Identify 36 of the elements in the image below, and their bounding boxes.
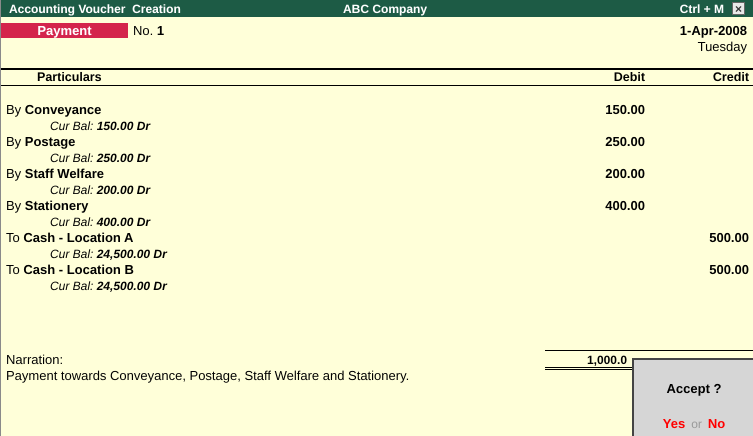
current-balance: Cur Bal: 200.00 Dr <box>50 182 150 199</box>
company-name: ABC Company <box>343 0 428 18</box>
credit-amount: 500.00 <box>708 229 749 248</box>
ledger-entry: By Conveyance <box>6 101 102 120</box>
current-balance: Cur Bal: 24,500.00 Dr <box>50 246 167 263</box>
debit-amount: 250.00 <box>604 133 645 152</box>
yes-button[interactable]: Yes <box>662 414 686 433</box>
narration-label: Narration: <box>6 352 64 368</box>
current-balance: Cur Bal: 150.00 Dr <box>50 118 150 135</box>
window-title: Accounting Voucher Creation <box>9 0 182 18</box>
current-balance: Cur Bal: 24,500.00 Dr <box>50 278 167 295</box>
current-balance: Cur Bal: 400.00 Dr <box>50 214 150 231</box>
ledger-entry: To Cash - Location A <box>6 229 134 248</box>
column-header: Debit <box>612 69 645 86</box>
dialog-question: Accept ? <box>666 380 722 398</box>
no-button[interactable]: No <box>708 414 726 433</box>
shortcut-label: Ctrl + M <box>680 0 724 18</box>
voucher-number: No. 1 <box>133 23 164 38</box>
voucher-day: Tuesday <box>698 39 747 55</box>
debit-total: 1,000.0 <box>586 353 627 367</box>
column-header: Particulars <box>37 69 102 86</box>
debit-amount: 400.00 <box>604 197 645 216</box>
ledger-entry: To Cash - Location B <box>6 261 134 280</box>
voucher-type-badge: Payment <box>1 23 128 38</box>
voucher-date: 1-Apr-2008 <box>680 23 747 39</box>
credit-amount: 500.00 <box>708 261 749 280</box>
debit-amount: 150.00 <box>604 101 645 120</box>
ledger-entry: By Staff Welfare <box>6 165 104 184</box>
ledger-entry: By Stationery <box>6 197 88 216</box>
or-label: or <box>691 416 702 432</box>
ledger-entry: By Postage <box>6 133 76 152</box>
column-header: Credit <box>712 69 749 86</box>
narration-text: Payment towards Conveyance, Postage, Staff Welfare and Stationery. <box>6 368 410 384</box>
close-button[interactable]: × <box>732 2 745 15</box>
current-balance: Cur Bal: 250.00 Dr <box>50 150 150 167</box>
debit-amount: 200.00 <box>604 165 645 184</box>
